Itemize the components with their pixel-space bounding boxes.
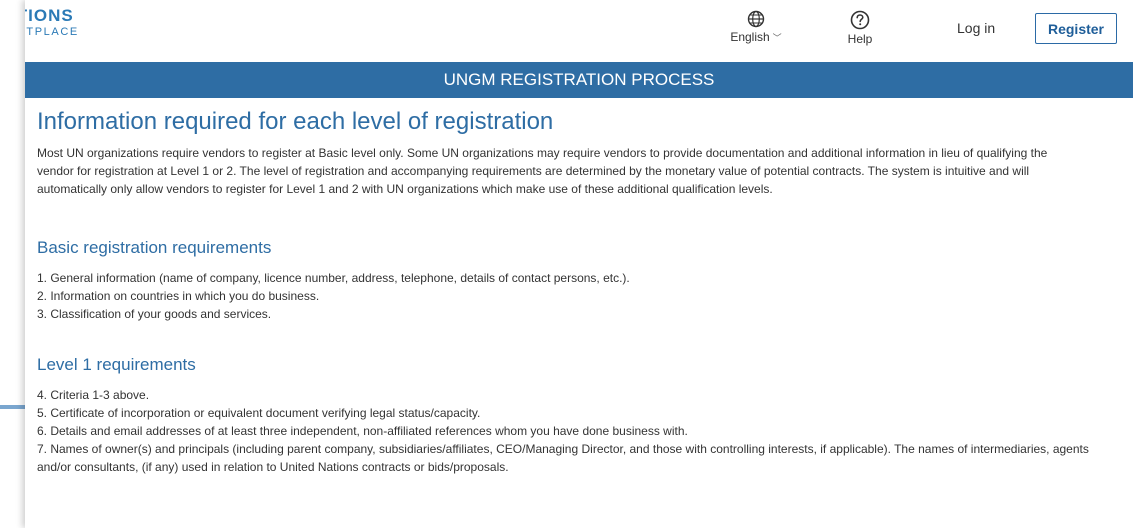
main-content: Information required for each level of r…	[25, 98, 1133, 476]
basic-requirements-list: 1. General information (name of company,…	[37, 269, 1097, 323]
banner-title: UNGM REGISTRATION PROCESS	[443, 70, 715, 89]
background-accent-line	[0, 405, 25, 409]
language-label: English	[730, 30, 770, 44]
background-page	[0, 0, 25, 528]
list-item: 4. Criteria 1-3 above.	[37, 388, 150, 402]
logo-line-1: IATIONS	[25, 6, 74, 25]
language-selector[interactable]: English ﹀	[729, 10, 783, 44]
intro-paragraph: Most UN organizations require vendors to…	[37, 146, 1048, 196]
site-logo[interactable]: IATIONS RKETPLACE	[25, 7, 79, 38]
help-link[interactable]: Help	[840, 10, 880, 46]
list-item: 2. Information on countries in which you…	[37, 289, 320, 303]
login-link[interactable]: Log in	[957, 20, 995, 36]
level-1-requirements-heading: Level 1 requirements	[37, 355, 196, 374]
list-item: 3. Classification of your goods and serv…	[37, 307, 272, 321]
help-label: Help	[847, 32, 873, 46]
page-banner: UNGM REGISTRATION PROCESS	[25, 62, 1133, 98]
register-button[interactable]: Register	[1035, 13, 1117, 44]
help-icon	[850, 10, 870, 30]
registration-info-panel: IATIONS RKETPLACE English﹀	[25, 0, 1133, 528]
list-item: 1. General information (name of company,…	[37, 271, 630, 285]
list-item: 5. Certificate of incorporation or equiv…	[37, 406, 481, 420]
list-item: 6. Details and email addresses of at lea…	[37, 424, 688, 438]
site-header: IATIONS RKETPLACE English﹀	[25, 0, 1133, 60]
chevron-down-icon: ﹀	[772, 33, 782, 43]
logo-line-2: RKETPLACE	[25, 26, 79, 38]
level-1-requirements-list: 4. Criteria 1-3 above. 5. Certificate of…	[37, 386, 1097, 476]
page-title: Information required for each level of r…	[37, 108, 554, 135]
basic-requirements-heading: Basic registration requirements	[37, 238, 272, 257]
list-item: 7. Names of owner(s) and principals (inc…	[37, 442, 1089, 474]
globe-icon	[747, 10, 765, 28]
screen: IATIONS RKETPLACE English﹀	[0, 0, 1133, 528]
